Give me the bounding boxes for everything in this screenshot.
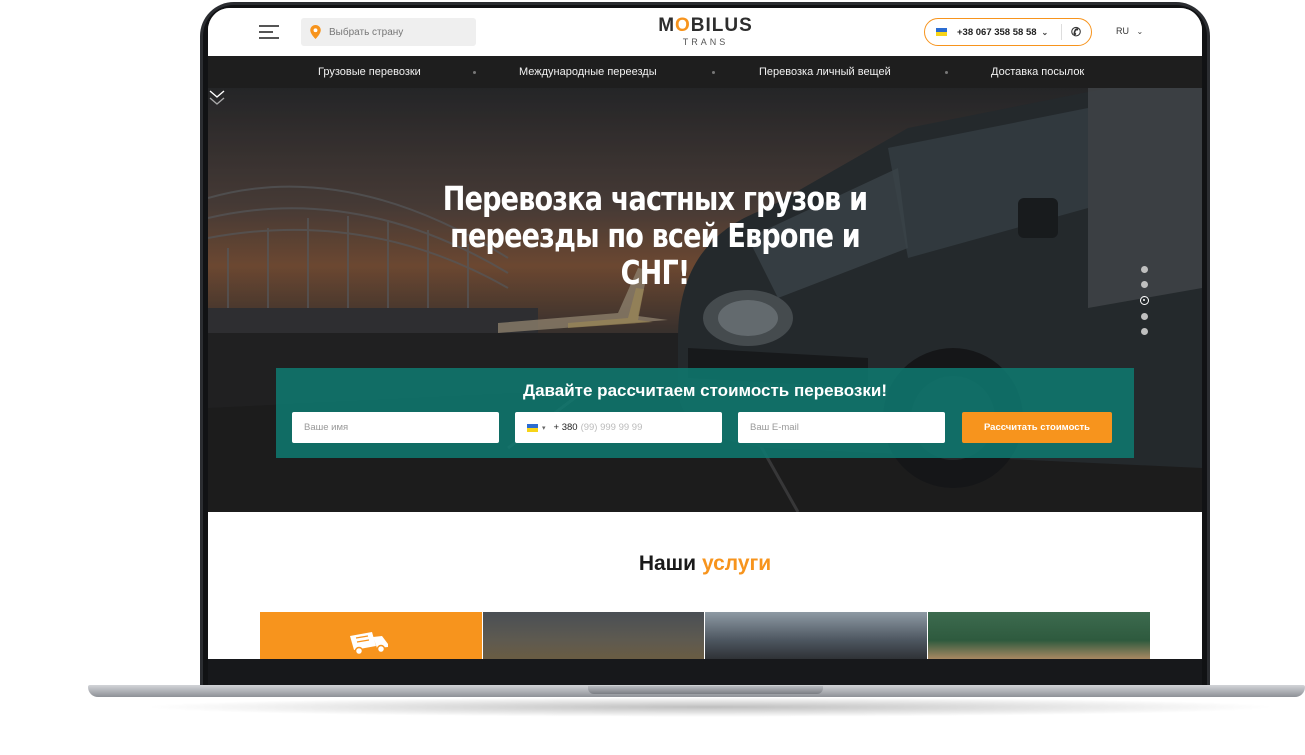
slider-dot[interactable] bbox=[1141, 266, 1148, 273]
name-placeholder: Ваше имя bbox=[304, 422, 349, 433]
moving-truck-icon bbox=[350, 632, 388, 656]
calculator-title: Давайте рассчитаем стоимость перевозки! bbox=[522, 381, 887, 400]
name-input[interactable]: Ваше имя bbox=[292, 412, 499, 443]
logo-wordmark: MOBILUS bbox=[658, 15, 753, 36]
divider bbox=[1061, 24, 1062, 40]
services-heading-main: Наши bbox=[638, 552, 697, 575]
slider-dot[interactable] bbox=[1141, 313, 1148, 320]
hero-banner: Перевозка частных грузов и переезды по в… bbox=[208, 88, 1202, 512]
nav-item-personal[interactable]: Перевозка личный вещей bbox=[759, 66, 891, 78]
menu-icon[interactable] bbox=[259, 24, 279, 40]
ukraine-flag-icon[interactable] bbox=[527, 423, 538, 432]
slider-dot[interactable] bbox=[1141, 281, 1148, 288]
phone-selector[interactable]: +38 067 358 58 58 ⌄ ✆ bbox=[924, 18, 1092, 46]
service-card[interactable] bbox=[483, 612, 704, 659]
services-heading: Наши услуги bbox=[208, 552, 1202, 576]
phone-input[interactable]: ▾ + 380 (99) 999 99 99 bbox=[515, 412, 722, 443]
hero-title-line-1: Перевозка частных грузов и bbox=[442, 179, 868, 218]
email-input[interactable]: Ваш E-mail bbox=[738, 412, 945, 443]
phone-code: + 380 bbox=[553, 422, 578, 433]
nav-item-international[interactable]: Международные переезды bbox=[519, 66, 657, 78]
nav-item-cargo[interactable]: Грузовые перевозки bbox=[318, 66, 421, 78]
website-screen: Выбрать страну MOBILUS TRANS +38 067 358… bbox=[208, 8, 1202, 659]
slider-dot[interactable] bbox=[1141, 328, 1148, 335]
nav-item-parcels[interactable]: Доставка посылок bbox=[991, 66, 1084, 78]
laptop-base-notch bbox=[588, 686, 823, 694]
slider-dot-active[interactable] bbox=[1140, 296, 1149, 305]
chevron-down-icon: ⌄ bbox=[1136, 27, 1144, 36]
hero-title: Перевозка частных грузов и переезды по в… bbox=[411, 180, 898, 291]
cost-calculator-form: Давайте рассчитаем стоимость перевозки! … bbox=[276, 368, 1134, 458]
ukraine-flag-icon bbox=[936, 28, 947, 36]
hero-title-line-2: переезды по всей Европе и СНГ! bbox=[450, 216, 861, 292]
language-select[interactable]: RU ⌄ bbox=[1116, 26, 1143, 36]
laptop-shadow bbox=[140, 697, 1280, 717]
services-heading-accent: услуги bbox=[701, 552, 772, 575]
main-nav: Грузовые перевозки Международные переезд… bbox=[208, 56, 1202, 88]
phone-icon[interactable]: ✆ bbox=[1071, 25, 1081, 39]
country-placeholder: Выбрать страну bbox=[329, 26, 404, 38]
slider-pagination bbox=[1140, 266, 1150, 336]
country-select[interactable]: Выбрать страну bbox=[301, 18, 476, 46]
location-pin-icon bbox=[310, 25, 321, 39]
nav-separator bbox=[712, 71, 715, 74]
service-card[interactable] bbox=[260, 612, 482, 659]
email-placeholder: Ваш E-mail bbox=[750, 422, 799, 433]
logo[interactable]: MOBILUS TRANS bbox=[648, 16, 763, 52]
phone-placeholder: (99) 999 99 99 bbox=[580, 422, 643, 433]
phone-number: +38 067 358 58 58 bbox=[957, 26, 1037, 38]
chevron-down-icon: ⌄ bbox=[1041, 27, 1049, 37]
services-cards bbox=[260, 612, 1150, 659]
nav-separator bbox=[945, 71, 948, 74]
scroll-down-icon[interactable] bbox=[208, 88, 226, 108]
chevron-down-icon[interactable]: ▾ bbox=[542, 424, 546, 432]
language-label: RU bbox=[1116, 26, 1129, 36]
service-card[interactable] bbox=[705, 612, 927, 659]
nav-separator bbox=[473, 71, 476, 74]
site-header: Выбрать страну MOBILUS TRANS +38 067 358… bbox=[208, 8, 1202, 56]
page: Выбрать страну MOBILUS TRANS +38 067 358… bbox=[0, 0, 1305, 755]
calculate-button[interactable]: Рассчитать стоимость bbox=[962, 412, 1112, 443]
service-card[interactable] bbox=[928, 612, 1150, 659]
logo-subtitle: TRANS bbox=[682, 37, 729, 47]
